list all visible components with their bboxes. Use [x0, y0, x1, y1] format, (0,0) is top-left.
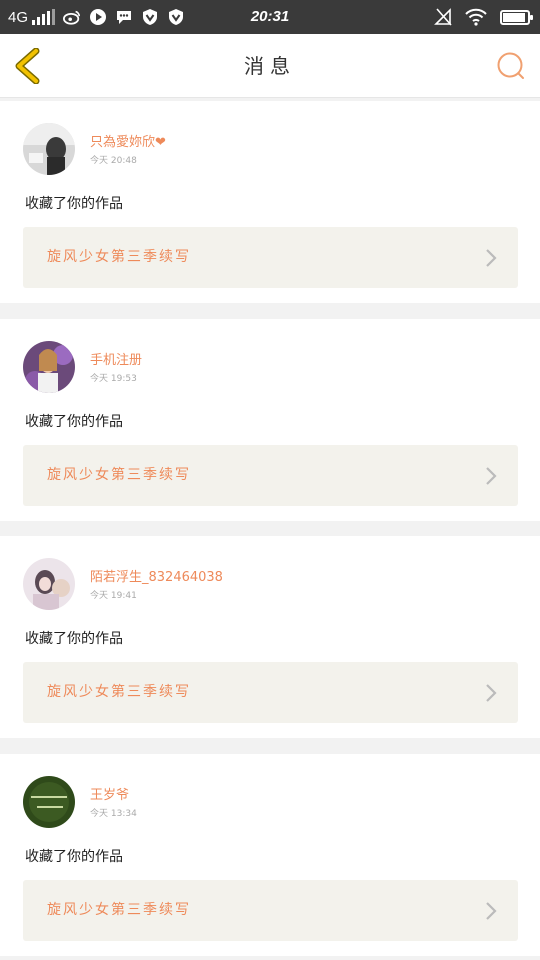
avatar[interactable]	[23, 341, 75, 393]
work-title: 旋风少女第三季续写	[47, 684, 191, 700]
message-card[interactable]: 只為愛妳欣❤ 今天 20:48 收藏了你的作品 旋风少女第三季续写	[0, 101, 540, 303]
chevron-right-icon	[486, 684, 497, 702]
work-link[interactable]: 旋风少女第三季续写	[23, 445, 518, 506]
status-bar: 4G 20:31	[0, 0, 540, 34]
timestamp: 今天 20:48	[90, 156, 137, 166]
message-text: 收藏了你的作品	[25, 631, 123, 647]
work-title: 旋风少女第三季续写	[47, 467, 191, 483]
work-title: 旋风少女第三季续写	[47, 249, 191, 265]
work-title: 旋风少女第三季续写	[47, 902, 191, 918]
username[interactable]: 陌若浮生_832464038	[90, 566, 223, 585]
avatar[interactable]	[23, 776, 75, 828]
wifi-icon	[464, 8, 488, 26]
timestamp: 今天 13:34	[90, 809, 137, 819]
search-button[interactable]	[496, 51, 526, 81]
chevron-right-icon	[486, 902, 497, 920]
no-sim-icon	[434, 8, 452, 26]
timestamp: 今天 19:53	[90, 374, 137, 384]
message-card[interactable]: 王岁爷 今天 13:34 收藏了你的作品 旋风少女第三季续写	[0, 754, 540, 956]
work-link[interactable]: 旋风少女第三季续写	[23, 227, 518, 288]
avatar[interactable]	[23, 558, 75, 610]
username[interactable]: 王岁爷	[90, 784, 129, 803]
message-card[interactable]: 陌若浮生_832464038 今天 19:41 收藏了你的作品 旋风少女第三季续…	[0, 536, 540, 738]
timestamp: 今天 19:41	[90, 591, 137, 601]
avatar[interactable]	[23, 123, 75, 175]
message-text: 收藏了你的作品	[25, 849, 123, 865]
chevron-right-icon	[486, 467, 497, 485]
username[interactable]: 手机注册	[90, 349, 142, 368]
page-title: 消息	[244, 54, 296, 78]
message-text: 收藏了你的作品	[25, 196, 123, 212]
search-icon	[497, 52, 524, 79]
username[interactable]: 只為愛妳欣❤	[90, 131, 166, 150]
message-card[interactable]: 手机注册 今天 19:53 收藏了你的作品 旋风少女第三季续写	[0, 319, 540, 521]
work-link[interactable]: 旋风少女第三季续写	[23, 662, 518, 723]
battery-icon	[500, 9, 533, 25]
chevron-right-icon	[486, 249, 497, 267]
message-text: 收藏了你的作品	[25, 414, 123, 430]
work-link[interactable]: 旋风少女第三季续写	[23, 880, 518, 941]
app-header: 消息	[0, 34, 540, 98]
